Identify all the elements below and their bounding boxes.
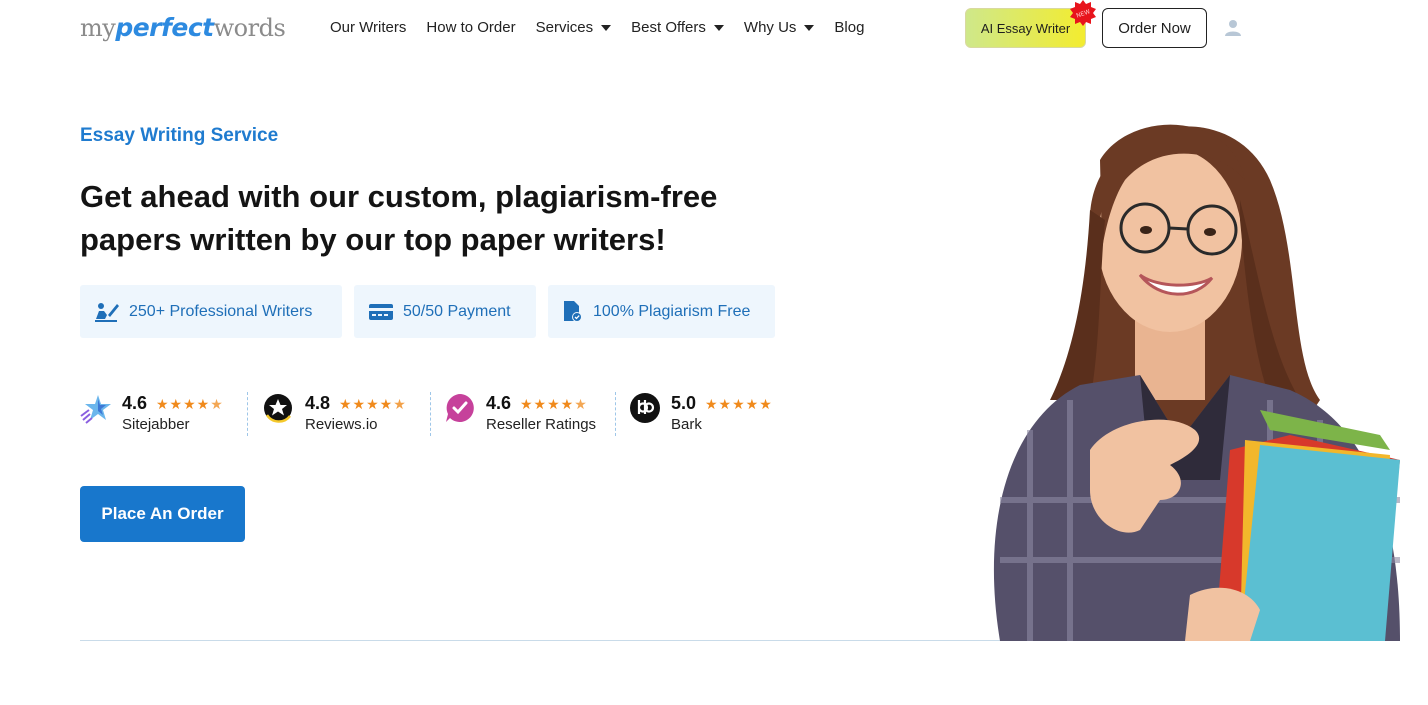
logo-text-my: my: [80, 14, 116, 42]
feature-payment: 50/50 Payment: [354, 285, 536, 338]
document-check-icon: [564, 300, 582, 322]
order-now-button[interactable]: Order Now: [1102, 8, 1207, 48]
star-rating-icon: ★★★★★: [520, 396, 588, 412]
ai-essay-writer-label: AI Essay Writer: [980, 20, 1071, 36]
chevron-down-icon: [713, 24, 724, 31]
rating-site: Reseller Ratings: [486, 416, 597, 433]
rating-divider: [247, 392, 248, 436]
place-order-button[interactable]: Place An Order: [80, 486, 245, 542]
hero-headline: Get ahead with our custom, plagiarism-fr…: [80, 175, 760, 261]
nav-label: Our Writers: [330, 18, 407, 36]
reviewsio-icon: [264, 394, 292, 423]
place-order-label: Place An Order: [101, 504, 224, 523]
rating-site: Sitejabber: [122, 416, 190, 433]
order-now-label: Order Now: [1118, 19, 1191, 37]
feature-label: 100% Plagiarism Free: [593, 302, 751, 320]
writer-icon: [95, 302, 119, 322]
rating-score: 4.6: [486, 393, 512, 413]
rating-reviewsio[interactable]: 4.8 ★★★★★ Reviews.io: [263, 390, 423, 438]
bark-icon: [630, 393, 660, 423]
rating-score: 4.8: [305, 393, 331, 413]
feature-plagiarism-free: 100% Plagiarism Free: [548, 285, 775, 338]
nav-item-services[interactable]: Services: [536, 19, 612, 36]
nav-item-how-to-order[interactable]: How to Order: [426, 19, 515, 36]
headline-line-1: Get ahead with our custom, plagiarism-fr…: [80, 179, 718, 214]
chevron-down-icon: [804, 24, 815, 31]
nav-item-best-offers[interactable]: Best Offers: [631, 19, 724, 36]
feature-label: 50/50 Payment: [403, 302, 511, 320]
user-icon[interactable]: [1224, 19, 1242, 37]
sitejabber-icon: [80, 395, 111, 424]
rating-resellerratings[interactable]: 4.6 ★★★★★ Reseller Ratings: [444, 390, 614, 438]
rating-bark[interactable]: 5.0 ★★★★★ Bark: [629, 390, 799, 438]
resellerratings-icon: [446, 394, 474, 422]
nav-label: Services: [535, 18, 594, 36]
nav-item-blog[interactable]: Blog: [834, 19, 864, 36]
rating-site: Reviews.io: [305, 416, 378, 433]
nav-item-why-us[interactable]: Why Us: [744, 19, 815, 36]
headline-line-2: papers written by our top paper writers!: [80, 222, 666, 257]
nav-label: Why Us: [743, 18, 797, 36]
logo-text-words: words: [213, 14, 286, 42]
main-nav: Our Writers How to Order Services Best O…: [330, 16, 884, 38]
star-rating-icon: ★★★★★: [705, 396, 773, 412]
star-rating-icon: ★★★★★: [156, 396, 224, 412]
site-logo[interactable]: myperfectwords: [80, 10, 286, 44]
chevron-down-icon: [601, 24, 612, 31]
rating-divider: [430, 392, 431, 436]
card-icon: [369, 303, 393, 320]
feature-professional-writers: 250+ Professional Writers: [80, 285, 342, 338]
rating-site: Bark: [671, 416, 702, 433]
rating-score: 5.0: [671, 393, 697, 413]
rating-sitejabber[interactable]: 4.6 ★★★★★ Sitejabber: [80, 390, 240, 438]
logo-text-perfect: perfect: [115, 13, 214, 42]
nav-label: How to Order: [426, 18, 516, 36]
ai-essay-writer-button[interactable]: AI Essay Writer: [965, 8, 1086, 48]
nav-item-our-writers[interactable]: Our Writers: [330, 19, 406, 36]
feature-label: 250+ Professional Writers: [129, 302, 313, 320]
star-rating-icon: ★★★★★: [339, 396, 407, 412]
nav-label: Blog: [834, 18, 865, 36]
nav-label: Best Offers: [631, 18, 706, 36]
rating-divider: [615, 392, 616, 436]
new-badge-icon: NEW: [1070, 0, 1096, 26]
hero-eyebrow: Essay Writing Service: [80, 125, 279, 146]
hero-student-image: [993, 124, 1400, 641]
rating-score: 4.6: [122, 393, 148, 413]
